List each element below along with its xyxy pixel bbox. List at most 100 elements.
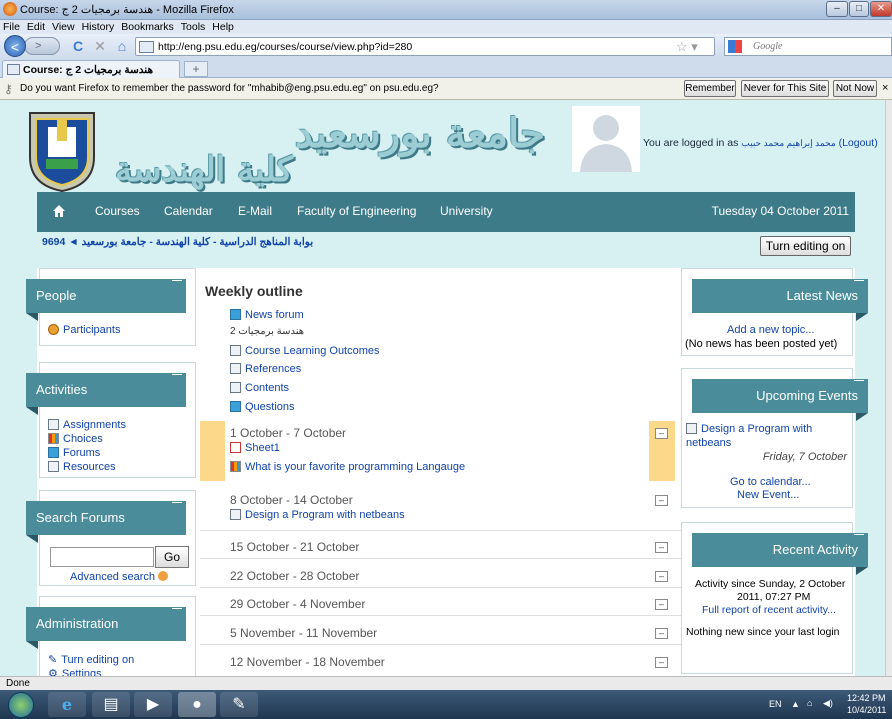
resources-link[interactable]: Resources (48, 461, 116, 473)
collapse-icon[interactable] (854, 530, 864, 535)
week-1-title: 1 October - 7 October (230, 426, 347, 440)
learning-outcomes-link[interactable]: Course Learning Outcomes (230, 345, 380, 357)
event-link-continued[interactable]: netbeans (686, 437, 731, 449)
go-button[interactable]: Go (155, 546, 189, 568)
forums-link[interactable]: Forums (48, 447, 100, 459)
week-4-collapse[interactable]: – (655, 571, 668, 582)
tab-bar: Course: هندسة برمجيات 2 ج + (0, 58, 892, 78)
network-icon[interactable]: ⌂ (807, 698, 812, 708)
upcoming-events-block: Upcoming Events Design a Program with ne… (681, 368, 868, 508)
collapse-icon[interactable] (172, 498, 182, 503)
window-title: Course: هندسة برمجيات 2 ج - Mozilla Fire… (20, 4, 234, 16)
user-name-link[interactable]: محمد إبراهيم محمد حبيب (741, 138, 835, 148)
week-6-collapse[interactable]: – (655, 628, 668, 639)
assignment-icon (48, 419, 59, 430)
collapse-icon[interactable] (854, 376, 864, 381)
collapse-icon[interactable] (172, 370, 182, 375)
nav-calendar[interactable]: Calendar (164, 204, 213, 218)
menu-view[interactable]: View (49, 20, 79, 34)
admin-turn-editing-link[interactable]: ✎ Turn editing on (48, 653, 134, 666)
add-topic-link[interactable]: Add a new topic... (727, 324, 814, 336)
menu-edit[interactable]: Edit (24, 20, 49, 34)
menu-history[interactable]: History (79, 20, 119, 34)
design-program-link[interactable]: Design a Program with netbeans (230, 509, 405, 521)
sheet1-link[interactable]: Sheet1 (230, 442, 280, 454)
page-scrollbar[interactable] (885, 100, 892, 676)
tray-arrow-icon[interactable]: ▲ (791, 699, 800, 709)
choices-link[interactable]: Choices (48, 433, 103, 445)
nav-email[interactable]: E-Mail (238, 204, 272, 218)
nav-faculty[interactable]: Faculty of Engineering (297, 204, 416, 218)
system-tray: EN ▲ ⌂ ◀) 12:42 PM 10/4/2011 (765, 690, 892, 719)
breadcrumb[interactable]: بوابة المناهج الدراسية - كلية الهندسة - … (42, 236, 313, 248)
week-1-collapse[interactable]: – (655, 428, 668, 439)
latest-news-header: Latest News (692, 276, 868, 321)
start-button[interactable] (8, 692, 34, 718)
event-link[interactable]: Design a Program with (686, 423, 812, 435)
nav-university[interactable]: University (440, 204, 493, 218)
user-avatar[interactable] (572, 106, 640, 172)
bookmark-star-icon[interactable]: ☆ ▾ (676, 39, 698, 55)
questions-link[interactable]: Questions (230, 401, 295, 413)
never-for-site-button[interactable]: Never for This Site (741, 80, 829, 97)
search-input[interactable]: Google (724, 37, 892, 56)
close-bar-icon[interactable]: × (882, 82, 888, 94)
clock-date[interactable]: 10/4/2011 (847, 705, 886, 715)
week-2-collapse[interactable]: – (655, 495, 668, 506)
tab-course[interactable]: Course: هندسة برمجيات 2 ج (2, 60, 180, 78)
volume-icon[interactable]: ◀) (823, 698, 833, 709)
forum-search-input[interactable] (50, 547, 154, 567)
explorer-icon[interactable]: ▤ (92, 692, 130, 717)
close-button[interactable]: ✕ (870, 1, 892, 17)
week-3-collapse[interactable]: – (655, 542, 668, 553)
go-to-calendar-link[interactable]: Go to calendar... (730, 476, 811, 488)
new-event-link[interactable]: New Event... (737, 489, 799, 501)
settings-link[interactable]: ⚙ Settings (48, 667, 102, 676)
new-tab-button[interactable]: + (184, 61, 208, 77)
home-icon[interactable]: ⌂ (112, 36, 132, 56)
advanced-search-link[interactable]: Advanced search (70, 571, 169, 583)
media-player-icon[interactable]: ▶ (134, 692, 172, 717)
news-forum-link[interactable]: News forum (230, 309, 304, 321)
nav-courses[interactable]: Courses (95, 204, 140, 218)
assignments-link[interactable]: Assignments (48, 419, 126, 431)
full-report-link[interactable]: Full report of recent activity... (702, 604, 836, 616)
home-icon[interactable] (52, 204, 66, 218)
clock-time[interactable]: 12:42 PM (847, 693, 886, 703)
no-news-text: (No news has been posted yet) (685, 338, 838, 350)
collapse-icon[interactable] (854, 276, 864, 281)
menu-file[interactable]: File (0, 20, 24, 34)
contents-link[interactable]: Contents (230, 382, 289, 394)
search-placeholder: Google (753, 41, 783, 52)
reload-icon[interactable]: C (68, 36, 88, 56)
url-bar[interactable]: http://eng.psu.edu.eg/courses/course/vie… (135, 37, 715, 56)
remember-button[interactable]: Remember (684, 80, 736, 97)
not-now-button[interactable]: Not Now (833, 80, 877, 97)
participants-link[interactable]: Participants (48, 324, 120, 336)
back-button[interactable]: < (4, 35, 26, 57)
language-indicator[interactable]: EN (769, 699, 782, 709)
forward-button[interactable]: > (24, 37, 60, 55)
collapse-icon[interactable] (172, 604, 182, 609)
week-3-title: 15 October - 21 October (230, 540, 360, 554)
internet-explorer-icon[interactable]: e (48, 692, 86, 717)
collapse-icon[interactable] (172, 276, 182, 281)
firefox-taskbar-icon[interactable]: ● (178, 692, 216, 717)
stop-icon[interactable]: ✕ (90, 36, 110, 56)
page-icon (230, 345, 241, 356)
week-7-collapse[interactable]: – (655, 657, 668, 668)
paint-icon[interactable]: ✎ (220, 692, 258, 717)
help-icon[interactable] (158, 571, 169, 581)
menu-bookmarks[interactable]: Bookmarks (118, 20, 178, 34)
activity-since-text: Activity since Sunday, 2 October (695, 578, 846, 590)
logout-link[interactable]: (Logout) (839, 137, 878, 149)
menu-tools[interactable]: Tools (178, 20, 210, 34)
menu-help[interactable]: Help (209, 20, 238, 34)
minimize-button[interactable]: – (826, 1, 848, 17)
maximize-button[interactable]: □ (849, 1, 869, 17)
poll-link[interactable]: What is your favorite programming Langau… (230, 461, 465, 473)
turn-editing-on-button[interactable]: Turn editing on (760, 236, 851, 256)
week-5-collapse[interactable]: – (655, 599, 668, 610)
references-link[interactable]: References (230, 363, 301, 375)
pdf-icon (230, 442, 241, 453)
